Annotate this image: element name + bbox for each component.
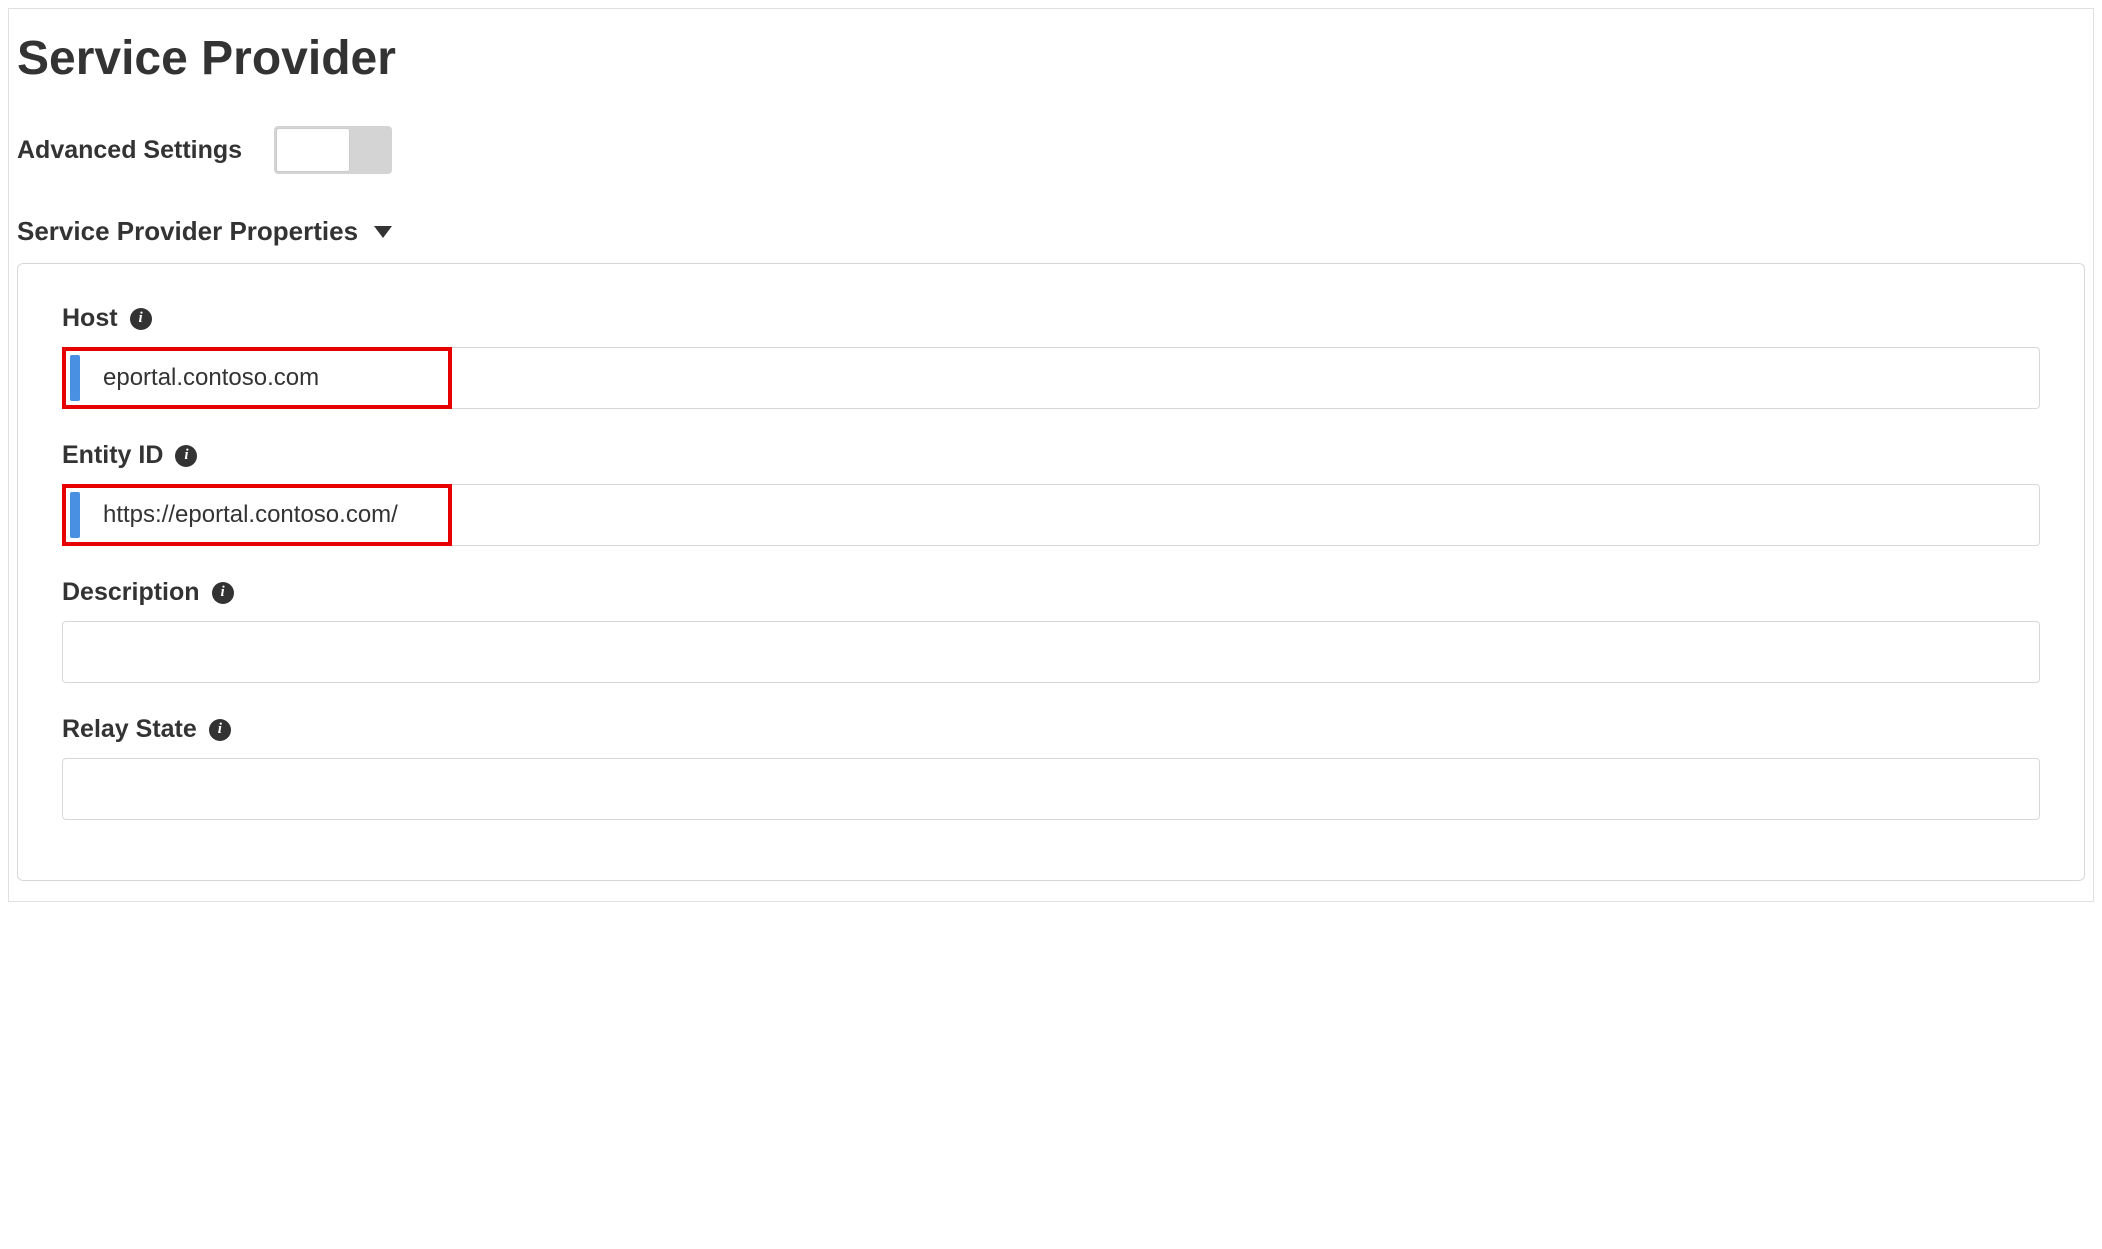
filled-marker (70, 355, 80, 401)
info-icon[interactable]: i (209, 719, 231, 741)
host-input[interactable] (62, 347, 2040, 409)
properties-panel: Host i Entity ID i Description (17, 263, 2085, 881)
info-icon[interactable]: i (130, 308, 152, 330)
relay-state-field-group: Relay State i (62, 715, 2040, 820)
advanced-settings-label: Advanced Settings (17, 136, 242, 165)
entity-id-label: Entity ID (62, 441, 163, 470)
relay-state-label: Relay State (62, 715, 197, 744)
toggle-knob (276, 128, 350, 172)
relay-state-input[interactable] (62, 758, 2040, 820)
description-input[interactable] (62, 621, 2040, 683)
info-icon[interactable]: i (212, 582, 234, 604)
service-provider-page: Service Provider Advanced Settings Servi… (8, 8, 2094, 902)
info-icon[interactable]: i (175, 445, 197, 467)
page-title: Service Provider (17, 31, 2093, 86)
description-field-group: Description i (62, 578, 2040, 683)
host-label: Host (62, 304, 118, 333)
entity-id-input[interactable] (62, 484, 2040, 546)
chevron-down-icon (374, 226, 392, 238)
advanced-settings-row: Advanced Settings (17, 126, 2093, 174)
description-label: Description (62, 578, 200, 607)
section-title: Service Provider Properties (17, 216, 358, 247)
filled-marker (70, 492, 80, 538)
advanced-settings-toggle[interactable] (274, 126, 392, 174)
host-field-group: Host i (62, 304, 2040, 409)
section-header[interactable]: Service Provider Properties (17, 216, 2093, 247)
entity-id-field-group: Entity ID i (62, 441, 2040, 546)
